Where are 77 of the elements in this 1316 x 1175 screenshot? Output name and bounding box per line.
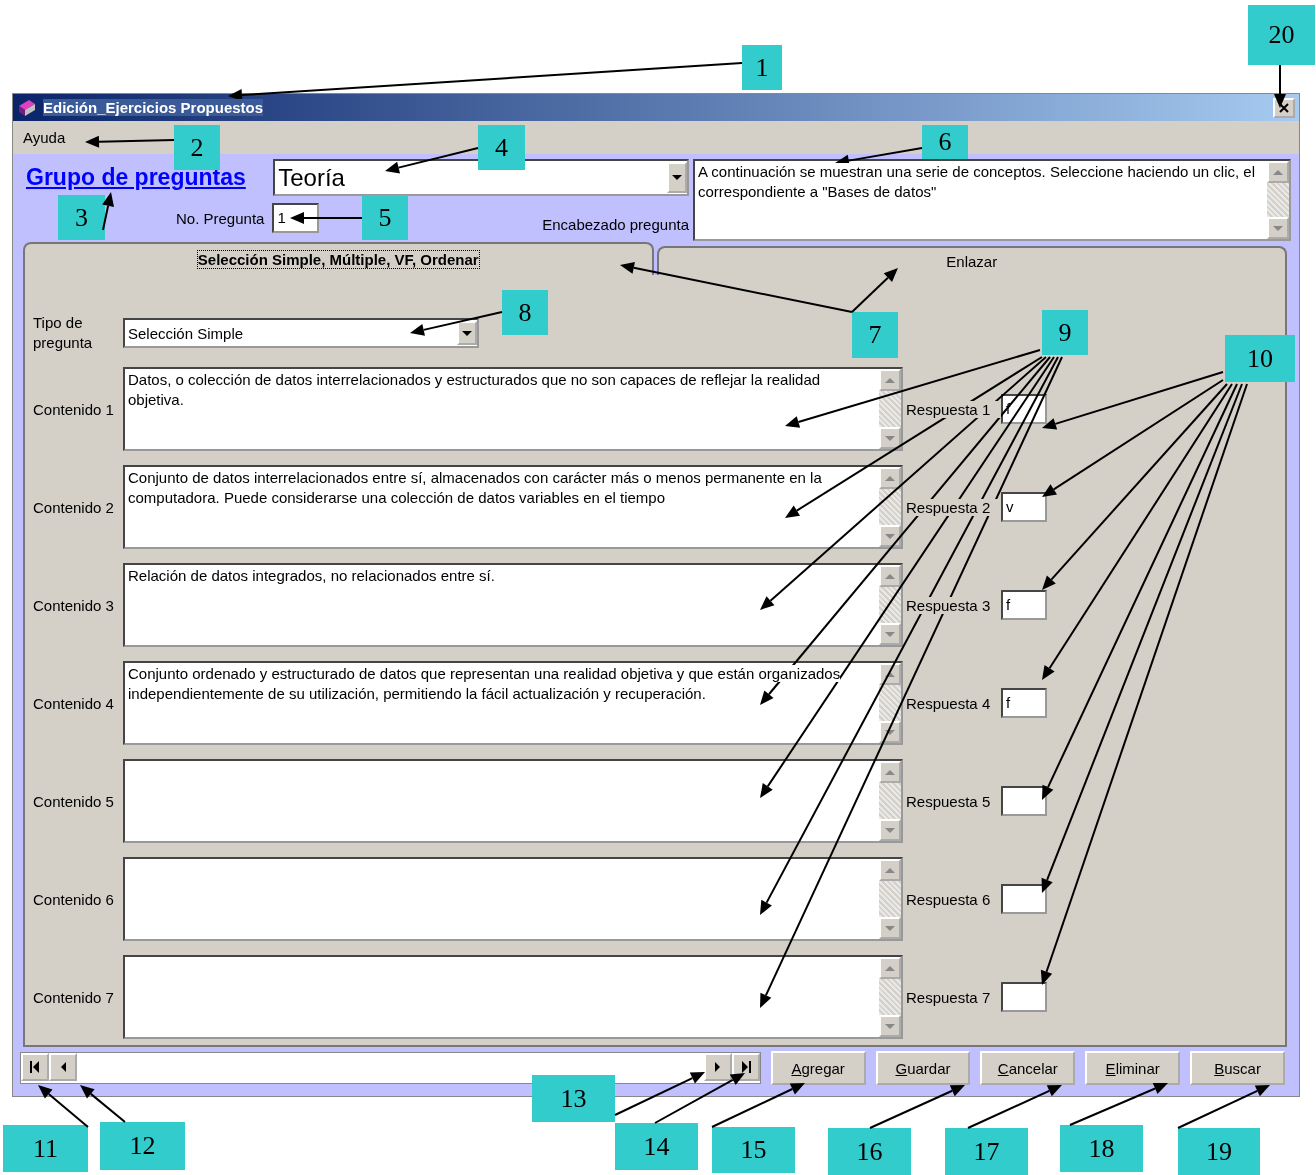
scrollbar[interactable] [879, 957, 901, 1037]
callout-number: 11 [3, 1125, 88, 1172]
book-icon [17, 97, 37, 118]
scrollbar[interactable] [879, 761, 901, 841]
callout-number: 12 [100, 1122, 185, 1170]
scrollbar[interactable] [879, 467, 901, 547]
answer-field[interactable] [1001, 982, 1047, 1012]
skip-back-icon [29, 1061, 41, 1073]
answer-label: Respuesta 2 [906, 498, 1001, 516]
callout-number: 19 [1178, 1128, 1260, 1175]
callout-number: 9 [1042, 310, 1088, 355]
answer-label: Respuesta 1 [906, 400, 1001, 418]
action-button[interactable]: Agregar [770, 1051, 866, 1085]
tab[interactable]: Selección Simple, Múltiple, VF, Ordenar [23, 242, 654, 275]
callout-number: 6 [922, 125, 968, 159]
tab[interactable]: Enlazar [656, 246, 1287, 275]
action-button[interactable]: Guardar [875, 1051, 971, 1085]
callout-number: 20 [1248, 5, 1315, 65]
annotation-arrow [102, 192, 114, 231]
action-button[interactable]: Buscar [1190, 1051, 1285, 1085]
scrollbar[interactable] [879, 663, 901, 743]
content-label: Contenido 3 [33, 596, 115, 614]
callout-number: 18 [1060, 1125, 1143, 1172]
content-label: Contenido 5 [33, 792, 115, 810]
content-field[interactable] [123, 759, 903, 843]
callout-number: 16 [828, 1128, 911, 1175]
answer-field[interactable]: f [1001, 688, 1047, 718]
content-label: Contenido 1 [33, 400, 115, 418]
answer-field[interactable]: v [1001, 492, 1047, 522]
annotation-arrow [38, 1085, 89, 1128]
annotation-arrow [1274, 64, 1286, 108]
skip-forward-icon [739, 1061, 752, 1073]
content-label: Contenido 7 [33, 988, 115, 1006]
callout-number: 17 [945, 1128, 1028, 1175]
content-field[interactable] [123, 955, 903, 1039]
callout-number: 5 [362, 195, 408, 240]
answer-field[interactable]: f [1001, 590, 1047, 620]
annotation-arrow [80, 1085, 126, 1123]
content-label: Contenido 2 [33, 498, 115, 516]
callout-number: 3 [58, 195, 105, 240]
action-button[interactable]: Cancelar [980, 1051, 1076, 1085]
heading-label: Encabezado pregunta [542, 216, 689, 233]
callout-number: 4 [478, 125, 525, 170]
question-type-dropdown[interactable]: Selección Simple [123, 318, 479, 348]
content-label: Contenido 6 [33, 890, 115, 908]
group-dropdown[interactable]: Teoría [273, 159, 689, 196]
callout-number: 10 [1225, 335, 1295, 382]
callout-number: 2 [174, 125, 220, 170]
window-title: Edición_Ejercicios Propuestos [43, 99, 264, 116]
action-button[interactable]: Eliminar [1085, 1051, 1181, 1085]
content-field[interactable]: Relación de datos integrados, no relacionados entre sí. [123, 563, 903, 647]
content-field[interactable] [123, 857, 903, 941]
question-type-label: Tipo de pregunta [33, 313, 94, 353]
callout-number: 14 [615, 1123, 698, 1170]
answer-field[interactable] [1001, 786, 1047, 816]
next-record-button[interactable] [703, 1053, 732, 1081]
content-field[interactable]: Datos, o colección de datos interrelacionados y estructurados que no son capaces de reflejar la realidad objetiva. [123, 367, 903, 451]
callout-number: 8 [502, 290, 548, 335]
callout-number: 13 [532, 1075, 615, 1122]
callout-number: 7 [852, 312, 898, 358]
content-field[interactable]: Conjunto de datos interrelacionados entre sí, almacenados con carácter más o menos permanente en la computadora. Puede considerarse una colección de datos variables en el tiempo [123, 465, 903, 549]
first-record-button[interactable] [21, 1053, 49, 1081]
scrollbar[interactable] [879, 369, 901, 449]
question-number-field[interactable]: 1 [272, 203, 320, 233]
previous-record-button[interactable] [49, 1053, 77, 1081]
scrollbar[interactable] [879, 565, 901, 645]
question-number-label: No. Pregunta [176, 209, 265, 227]
content-label: Contenido 4 [33, 694, 115, 712]
close-icon [1279, 102, 1289, 113]
scrollbar[interactable] [879, 859, 901, 939]
callout-number: 1 [742, 45, 782, 90]
answer-field[interactable] [1001, 884, 1047, 914]
callout-number: 15 [712, 1127, 795, 1173]
heading-field[interactable]: A continuación se muestran una serie de conceptos. Seleccione haciendo un clic, el correspondiente a "Bases de datos" [693, 159, 1291, 241]
content-field[interactable]: Conjunto ordenado y estructurado de datos que representan una realidad objetiva y que están organizados independientemente de su utilización, permitiendo la fácil actualización y recuperación. [123, 661, 903, 745]
menu-item[interactable]: Ayuda [23, 129, 66, 146]
scrollbar[interactable] [1267, 161, 1289, 239]
